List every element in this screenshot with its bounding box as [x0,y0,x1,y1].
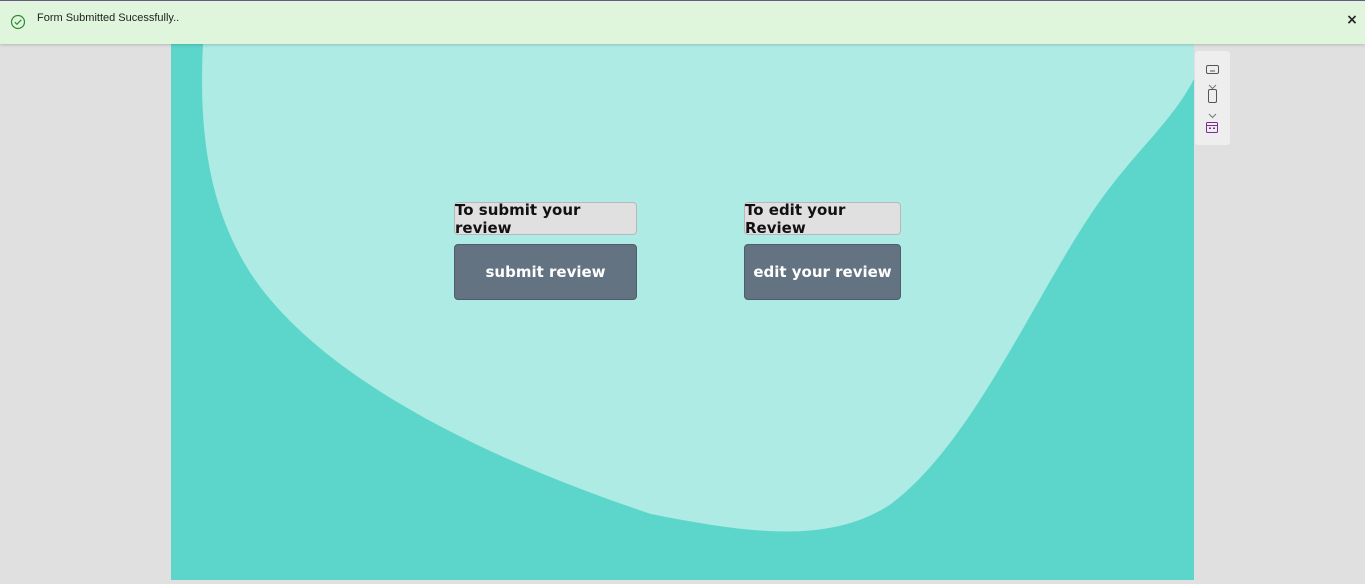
success-notification: Form Submitted Sucessfully.. × [0,1,1365,44]
app-canvas: To submit your review submit review To e… [171,44,1194,580]
edit-review-label[interactable]: To edit your Review [744,201,901,237]
notification-message: Form Submitted Sucessfully.. [37,12,180,24]
background-blob-shape [202,44,1194,532]
close-notification-button[interactable]: × [1345,12,1359,28]
side-toolbar [1195,51,1230,145]
edit-review-button[interactable]: edit your review [744,244,901,300]
checkmark-circle-icon [10,14,26,30]
submit-review-label[interactable]: To submit your review [454,201,637,237]
calendar-icon[interactable] [1206,118,1218,137]
submit-review-button[interactable]: submit review [454,244,637,300]
